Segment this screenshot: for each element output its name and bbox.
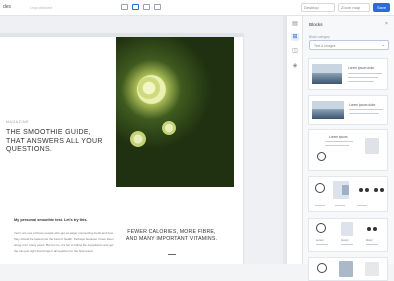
- category-select[interactable]: Text & Images ⌄: [309, 40, 389, 50]
- gallery-label: Dolor: [366, 238, 373, 242]
- tablet-view-icon[interactable]: [143, 4, 150, 10]
- block-card-title: Lorem ipsum dolor: [349, 103, 376, 107]
- quote-divider: [168, 254, 176, 255]
- pages-icon[interactable]: ▤: [291, 20, 299, 28]
- editor-canvas[interactable]: MAGAZINE THE SMOOTHIE GUIDE, THAT ANSWER…: [0, 16, 286, 264]
- block-card-title: Lorem ipsum: [329, 135, 348, 139]
- product-thumbnail: [316, 223, 326, 233]
- gallery-label: Lorem: [316, 238, 324, 242]
- chevron-down-icon: ⌄: [381, 42, 385, 47]
- hero-kicker: MAGAZINE: [6, 120, 30, 124]
- product-thumbnail: [342, 185, 349, 195]
- product-thumbnail: [315, 183, 325, 193]
- panel-title: Blocks: [309, 22, 323, 27]
- block-thumbnail: [312, 64, 342, 84]
- article-subheading: My personal smoothie test. Let's try thi…: [14, 218, 88, 222]
- pull-quote: FEWER CALORIES, MORE FIBRE, AND MANY IMP…: [125, 229, 218, 242]
- text-line: [316, 244, 328, 246]
- block-card-products[interactable]: Lorem ipsum: [308, 129, 388, 171]
- text-line: [366, 244, 378, 246]
- block-card-image-left[interactable]: Lorem ipsum dolor: [308, 95, 388, 125]
- save-button[interactable]: Save: [373, 3, 390, 12]
- product-thumbnail: [359, 188, 369, 192]
- block-thumbnail: [312, 101, 344, 119]
- article-body: Yes! I am one of those people who get so…: [14, 231, 114, 253]
- product-thumbnail: [365, 262, 379, 276]
- blocks-panel: Blocks × Block category Text & Images ⌄ …: [303, 16, 394, 281]
- text-line: [315, 205, 325, 207]
- view-select[interactable]: Desktop: [301, 3, 335, 12]
- cucumber-slice-image: [130, 131, 146, 147]
- block-card-gallery[interactable]: [308, 176, 388, 212]
- zoom-select[interactable]: Zoom map: [338, 3, 370, 12]
- block-card-title: Lorem ipsum dolor: [348, 66, 375, 70]
- desktop-view-icon[interactable]: [132, 4, 139, 10]
- product-thumbnail: [317, 152, 326, 161]
- gallery-label: Ipsum: [341, 238, 349, 242]
- mobile-view-icon[interactable]: [154, 4, 161, 10]
- text-line: [349, 113, 379, 115]
- product-thumbnail: [341, 222, 353, 236]
- text-line: [349, 109, 383, 111]
- text-line: [325, 141, 353, 143]
- layers-icon[interactable]: ◈: [291, 62, 299, 70]
- product-thumbnail: [317, 263, 327, 273]
- product-thumbnail: [367, 227, 377, 231]
- hero-image[interactable]: [116, 37, 234, 187]
- app-brand: des: [3, 4, 12, 10]
- cucumber-slice-image: [162, 121, 176, 135]
- cucumber-slice-image: [138, 77, 160, 99]
- product-thumbnail: [374, 188, 384, 192]
- category-value: Text & Images: [314, 44, 336, 48]
- close-icon[interactable]: ×: [385, 21, 388, 27]
- product-thumbnail: [339, 261, 353, 277]
- blocks-icon[interactable]: ⊞: [291, 33, 299, 41]
- text-line: [357, 205, 367, 207]
- text-line: [335, 205, 345, 207]
- block-card-gallery-2[interactable]: [308, 257, 388, 281]
- category-label: Block category: [309, 35, 330, 39]
- text-line: [348, 73, 382, 75]
- text-line: [341, 244, 353, 246]
- text-line: [325, 145, 349, 147]
- text-line: [348, 81, 374, 83]
- product-thumbnail: [365, 138, 379, 154]
- publish-status: Unpublished: [30, 5, 53, 10]
- block-card-image-right[interactable]: Lorem ipsum dolor: [308, 58, 388, 90]
- page-preview[interactable]: MAGAZINE THE SMOOTHIE GUIDE, THAT ANSWER…: [0, 34, 243, 264]
- undo-icon[interactable]: [121, 4, 128, 10]
- top-toolbar: des Unpublished Desktop Zoom map Save: [0, 0, 394, 16]
- styles-icon[interactable]: ◫: [291, 47, 299, 55]
- block-card-labeled-gallery[interactable]: Lorem Ipsum Dolor: [308, 218, 388, 252]
- sidebar-rail: ▤ ⊞ ◫ ◈: [286, 16, 303, 264]
- hero-title: THE SMOOTHIE GUIDE, THAT ANSWERS ALL YOU…: [6, 129, 103, 153]
- text-line: [348, 77, 378, 79]
